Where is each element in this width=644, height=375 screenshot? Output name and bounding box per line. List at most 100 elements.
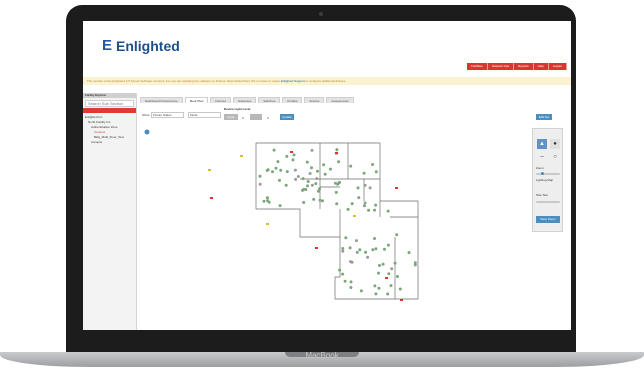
mode-select[interactable]: Mode	[188, 112, 221, 118]
alert-marker[interactable]	[290, 151, 293, 153]
tree-item[interactable]: Campus	[85, 140, 135, 145]
fixture-marker[interactable]	[355, 250, 359, 254]
fixture-marker[interactable]	[386, 209, 390, 213]
fixture-marker[interactable]	[341, 272, 345, 276]
fixture-marker[interactable]	[337, 160, 341, 164]
tab-switches[interactable]: Switches	[258, 97, 281, 103]
fixture-marker[interactable]	[262, 199, 266, 203]
fixture-marker[interactable]	[378, 264, 381, 267]
fixture-marker[interactable]	[310, 166, 313, 170]
fixture-marker[interactable]	[272, 148, 276, 152]
fixture-marker[interactable]	[291, 158, 295, 162]
tab-assignments[interactable]: Assignments	[326, 97, 354, 103]
fixture-marker[interactable]	[367, 208, 371, 212]
warning-marker[interactable]	[353, 215, 356, 217]
alert-marker[interactable]	[385, 277, 388, 279]
alert-marker[interactable]	[210, 197, 213, 199]
fixture-marker[interactable]	[362, 171, 366, 175]
fixture-marker[interactable]	[349, 164, 353, 168]
fixture-marker[interactable]	[306, 180, 310, 183]
fixture-marker[interactable]	[338, 268, 342, 272]
fixture-marker[interactable]	[335, 148, 339, 152]
fixture-marker[interactable]	[349, 286, 353, 289]
sidebar-search-input[interactable]: Search Sub Section	[85, 100, 134, 107]
edit-button[interactable]: Edit Gw	[536, 114, 552, 120]
warning-marker[interactable]	[240, 155, 243, 157]
fixture-marker[interactable]	[265, 196, 269, 200]
fixture-marker[interactable]	[279, 168, 283, 172]
topnav-facilities[interactable]: Facilities	[467, 63, 488, 70]
save-zoom-button[interactable]: Save Zoom	[536, 216, 560, 223]
fixture-marker[interactable]	[318, 187, 321, 191]
fixture-marker[interactable]	[274, 166, 278, 170]
fixture-marker[interactable]	[316, 169, 319, 173]
fixture-marker[interactable]	[393, 261, 397, 265]
fixture-marker[interactable]	[341, 249, 345, 253]
fixture-marker[interactable]	[355, 239, 358, 243]
zoom-out-icon[interactable]: –	[537, 152, 547, 162]
fixture-marker[interactable]	[387, 272, 391, 276]
banner-link[interactable]: Enlighted Support	[281, 79, 305, 83]
fixture-marker[interactable]	[386, 292, 390, 296]
fixture-marker[interactable]	[374, 247, 378, 251]
fixture-marker[interactable]	[306, 184, 309, 188]
fixture-marker[interactable]	[390, 267, 394, 271]
fixture-marker[interactable]	[344, 236, 348, 240]
fixture-marker[interactable]	[371, 163, 375, 166]
fixture-marker[interactable]	[377, 271, 380, 275]
fixture-marker[interactable]	[346, 207, 350, 211]
zoom-in-icon[interactable]: ○	[550, 152, 560, 162]
fixture-marker[interactable]	[271, 170, 274, 174]
fixture-marker[interactable]	[258, 174, 262, 178]
zoom-slider[interactable]	[536, 172, 560, 175]
fixture-marker[interactable]	[285, 170, 289, 174]
fixture-marker[interactable]	[284, 183, 288, 187]
floor-plan[interactable]	[140, 127, 547, 330]
pointer-icon[interactable]: ▲	[537, 139, 547, 149]
warning-marker[interactable]	[208, 169, 211, 171]
fixture-marker[interactable]	[373, 208, 377, 212]
fixture-marker[interactable]	[341, 247, 345, 250]
fixture-marker[interactable]	[266, 168, 270, 172]
fixture-marker[interactable]	[294, 177, 298, 181]
fixture-marker[interactable]	[301, 177, 305, 181]
alert-marker[interactable]	[400, 299, 403, 301]
fixture-marker[interactable]	[322, 163, 326, 167]
tab-fixtures[interactable]: Fixtures	[210, 97, 232, 103]
fixture-marker[interactable]	[359, 289, 363, 293]
fixture-marker[interactable]	[334, 190, 338, 194]
warning-marker[interactable]	[266, 223, 269, 225]
fixture-marker[interactable]	[413, 263, 417, 267]
compass-icon[interactable]	[144, 129, 150, 135]
alert-marker[interactable]	[315, 247, 318, 249]
fixture-marker[interactable]	[293, 168, 297, 172]
fixture-marker[interactable]	[305, 160, 309, 164]
fixture-marker[interactable]	[258, 182, 262, 186]
fixture-marker[interactable]	[373, 284, 377, 288]
fixture-marker[interactable]	[335, 202, 339, 206]
topnav-network-ops[interactable]: Network Ops	[488, 63, 515, 70]
fixture-marker[interactable]	[302, 201, 306, 204]
fixture-marker[interactable]	[368, 186, 372, 190]
light-level-input[interactable]	[250, 114, 262, 120]
topnav-logout[interactable]: Logout	[549, 63, 567, 70]
tab-floor-plan[interactable]: Floor Plan	[184, 97, 209, 103]
fixture-marker[interactable]	[348, 246, 352, 250]
fixture-marker[interactable]	[301, 188, 304, 192]
fixture-marker[interactable]	[285, 154, 289, 158]
apply-button[interactable]: Apply	[224, 114, 238, 120]
tab-profiles[interactable]: Profiles	[282, 97, 303, 103]
fixture-marker[interactable]	[267, 200, 271, 204]
lock-icon[interactable]: ●	[550, 139, 560, 149]
fixture-marker[interactable]	[398, 287, 402, 291]
fixture-marker[interactable]	[373, 237, 376, 240]
tab-gateways[interactable]: Gateways	[233, 97, 257, 103]
fixture-marker[interactable]	[371, 248, 375, 252]
fixture-marker[interactable]	[349, 280, 353, 284]
fixture-marker[interactable]	[292, 153, 296, 157]
fixture-marker[interactable]	[364, 250, 368, 254]
fixture-marker[interactable]	[363, 183, 367, 187]
fixture-marker[interactable]	[314, 182, 318, 186]
size-slider[interactable]	[536, 201, 560, 203]
tab-scenes[interactable]: Scenes	[304, 97, 325, 103]
